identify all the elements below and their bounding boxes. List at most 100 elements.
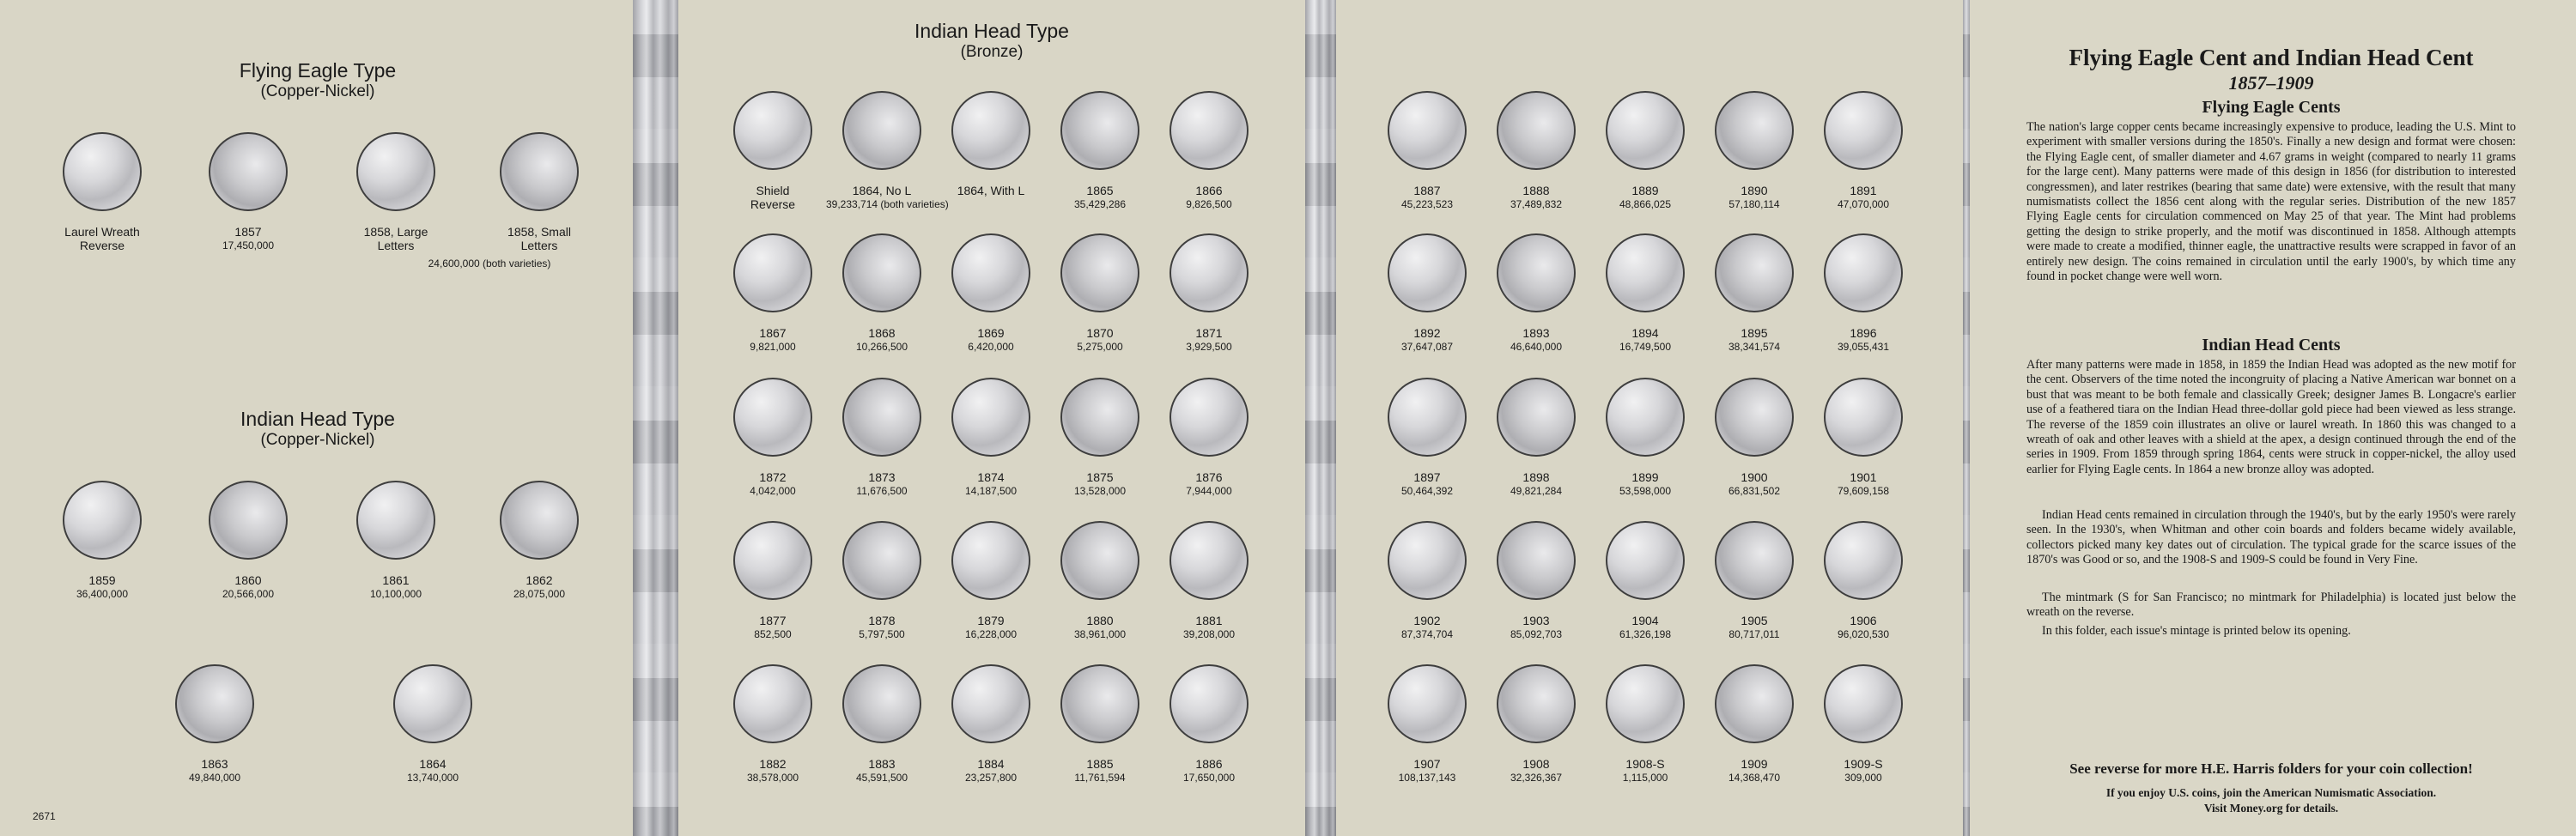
coin-opening[interactable] [1170, 91, 1249, 170]
spine-1 [633, 0, 678, 836]
coin-opening[interactable] [63, 132, 142, 211]
coin-opening[interactable] [1497, 91, 1576, 170]
coin-opening[interactable] [1060, 233, 1139, 312]
coin-opening[interactable] [951, 91, 1030, 170]
coin-opening[interactable] [1388, 521, 1467, 600]
coin-opening[interactable] [1824, 233, 1903, 312]
coin-opening[interactable] [842, 521, 921, 600]
coin-opening[interactable] [1824, 664, 1903, 743]
coin-opening[interactable] [500, 132, 579, 211]
promo-line: See reverse for more H.E. Harris folders… [2069, 760, 2473, 777]
coin-opening[interactable] [1606, 91, 1685, 170]
coin-label: 1862 28,075,000 [513, 573, 566, 600]
coin-opening[interactable] [733, 378, 812, 457]
coin-label: 1871 3,929,500 [1186, 326, 1232, 353]
coin-label: 1857 17,450,000 [222, 225, 275, 251]
coin-opening[interactable] [1170, 664, 1249, 743]
coin-opening[interactable] [842, 91, 921, 170]
bronze-title: Indian Head Type (Bronze) [846, 19, 1138, 62]
section-subtitle: (Bronze) [960, 43, 1024, 61]
coin-opening[interactable] [951, 521, 1030, 600]
coin-opening[interactable] [1388, 91, 1467, 170]
coin-opening[interactable] [1060, 664, 1139, 743]
coin-opening[interactable] [209, 481, 288, 560]
coin-opening[interactable] [356, 481, 435, 560]
shared-mintage-note: 24,600,000 (both varieties) [428, 257, 551, 270]
section-title: Indian Head Type [240, 408, 395, 430]
coin-opening[interactable] [842, 378, 921, 457]
ih-paragraph-2: Indian Head cents remained in circulatio… [2026, 508, 2516, 567]
coin-opening[interactable] [393, 664, 472, 743]
indian-cn-title: Indian Head Type (Copper-Nickel) [172, 407, 464, 450]
ana-line-1: If you enjoy U.S. coins, join the Americ… [2105, 786, 2437, 799]
coin-label: 1863 49,840,000 [188, 757, 241, 784]
coin-opening[interactable] [733, 521, 812, 600]
info-title: Flying Eagle Cent and Indian Head Cent [2069, 45, 2474, 70]
coin-opening[interactable] [1824, 521, 1903, 600]
coin-opening[interactable] [1824, 378, 1903, 457]
coin-label: Laurel Wreath Reverse [64, 225, 140, 252]
coin-label: 1876 7,944,000 [1186, 470, 1232, 497]
coin-opening[interactable] [1497, 664, 1576, 743]
fe-paragraph: The nation's large copper cents became i… [2026, 120, 2516, 284]
ana-line-2: Visit Money.org for details. [2203, 802, 2339, 815]
coin-label: 1866 9,826,500 [1186, 184, 1232, 210]
coin-label: 1861 10,100,000 [369, 573, 422, 600]
flying-eagle-title: Flying Eagle Type (Copper-Nickel) [172, 58, 464, 101]
coin-opening[interactable] [1060, 521, 1139, 600]
coin-opening[interactable] [1497, 521, 1576, 600]
coin-label: 1864 13,740,000 [406, 757, 459, 784]
coin-opening[interactable] [1388, 378, 1467, 457]
section-subtitle: (Copper-Nickel) [260, 82, 375, 100]
coin-opening[interactable] [1715, 378, 1794, 457]
coin-opening[interactable] [1170, 378, 1249, 457]
coin-opening[interactable] [1606, 521, 1685, 600]
coin-label: 1896 39,055,431 [1837, 326, 1890, 353]
coin-opening[interactable] [1170, 233, 1249, 312]
catalog-number: 2671 [33, 810, 56, 822]
coin-label: 1909-S 309,000 [1844, 757, 1883, 784]
coin-opening[interactable] [356, 132, 435, 211]
coin-opening[interactable] [1606, 378, 1685, 457]
coin-opening[interactable] [951, 378, 1030, 457]
coin-opening[interactable] [63, 481, 142, 560]
coin-opening[interactable] [175, 664, 254, 743]
coin-label: 1858, Small Letters [507, 225, 571, 252]
coin-opening[interactable] [733, 233, 812, 312]
coin-opening[interactable] [500, 481, 579, 560]
ih-heading: Indian Head Cents [2202, 336, 2341, 354]
coin-opening[interactable] [842, 233, 921, 312]
coin-opening[interactable] [1824, 91, 1903, 170]
section-title: Indian Head Type [914, 20, 1069, 42]
coin-opening[interactable] [1497, 378, 1576, 457]
coin-label: 1860 20,566,000 [222, 573, 275, 600]
coin-opening[interactable] [1715, 91, 1794, 170]
ih-paragraph-1: After many patterns were made in 1858, i… [2026, 358, 2516, 476]
coin-label: 1891 47,070,000 [1837, 184, 1890, 210]
coin-opening[interactable] [842, 664, 921, 743]
coin-opening[interactable] [1170, 521, 1249, 600]
coin-opening[interactable] [1388, 664, 1467, 743]
info-dates: 1857–1909 [2228, 72, 2314, 94]
ih-paragraph-4: In this folder, each issue's mintage is … [2042, 624, 2351, 638]
coin-opening[interactable] [1606, 233, 1685, 312]
coin-label: 1901 79,609,158 [1837, 470, 1890, 497]
coin-opening[interactable] [1388, 233, 1467, 312]
coin-opening[interactable] [1715, 521, 1794, 600]
coin-opening[interactable] [1060, 378, 1139, 457]
spine-2 [1305, 0, 1336, 836]
section-subtitle: (Copper-Nickel) [260, 431, 375, 449]
coin-opening[interactable] [951, 664, 1030, 743]
coin-opening[interactable] [1497, 233, 1576, 312]
coin-opening[interactable] [1606, 664, 1685, 743]
coin-opening[interactable] [733, 91, 812, 170]
section-title: Flying Eagle Type [239, 59, 397, 82]
coin-label: 1906 96,020,530 [1837, 614, 1890, 640]
coin-opening[interactable] [951, 233, 1030, 312]
coin-opening[interactable] [1715, 233, 1794, 312]
coin-label: 1858, Large Letters [363, 225, 428, 252]
coin-opening[interactable] [1060, 91, 1139, 170]
coin-opening[interactable] [1715, 664, 1794, 743]
coin-opening[interactable] [209, 132, 288, 211]
coin-opening[interactable] [733, 664, 812, 743]
